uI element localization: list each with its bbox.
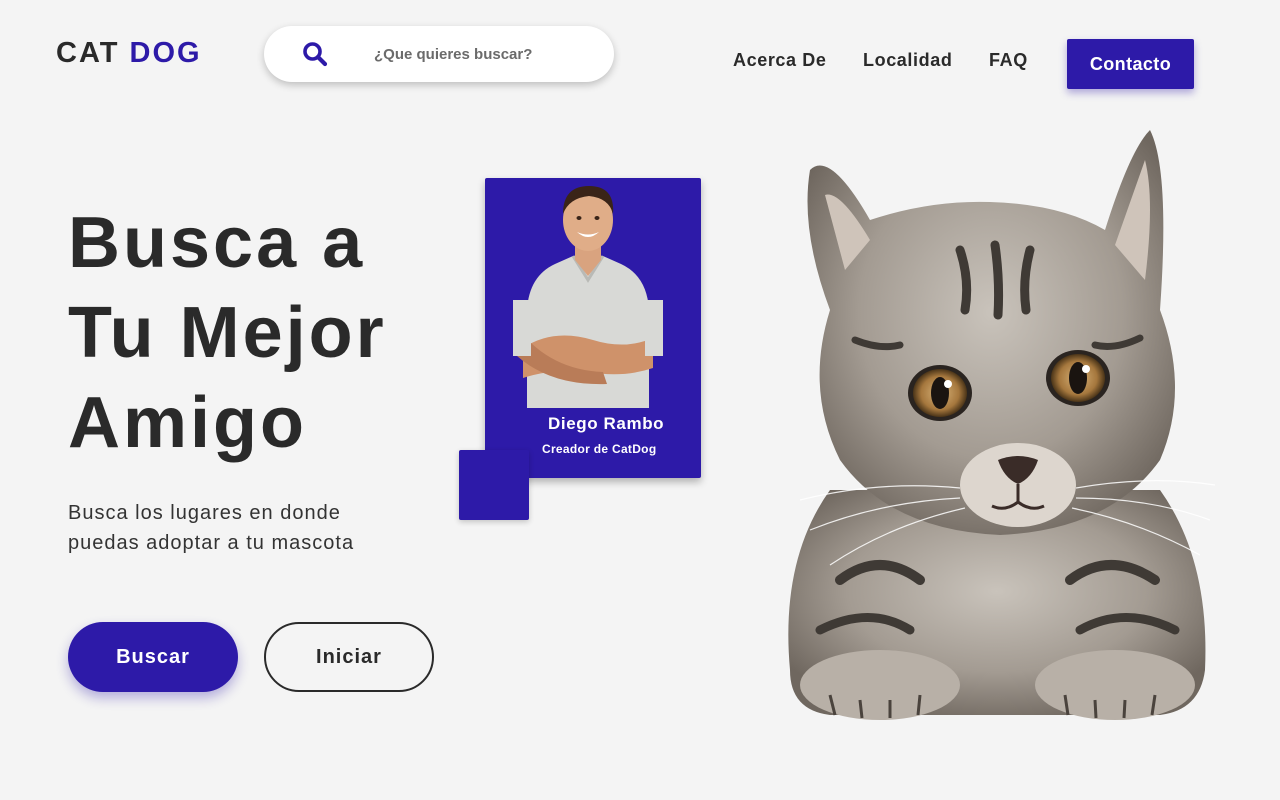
creator-role: Creador de CatDog xyxy=(542,442,657,456)
contact-button[interactable]: Contacto xyxy=(1067,39,1194,89)
decorative-square xyxy=(459,450,529,520)
logo[interactable]: CAT DOG xyxy=(56,36,202,70)
hero-title-line-1: Busca a xyxy=(68,203,366,283)
creator-card: Diego Rambo Creador de CatDog xyxy=(485,178,701,478)
nav-link-faq[interactable]: FAQ xyxy=(989,48,1028,72)
hero-subtitle: Busca los lugares en donde puedas adopta… xyxy=(68,498,354,558)
start-button[interactable]: Iniciar xyxy=(264,622,434,692)
search-button[interactable]: Buscar xyxy=(68,622,238,692)
logo-dog: DOG xyxy=(129,37,202,69)
cat-image xyxy=(788,130,1216,720)
hero-title-line-3: Amigo xyxy=(68,383,307,463)
hero-subtitle-line-2: puedas adoptar a tu mascota xyxy=(68,532,355,554)
hero-subtitle-line-1: Busca los lugares en donde xyxy=(68,502,341,524)
search-input[interactable] xyxy=(374,40,594,68)
nav-link-acerca-de[interactable]: Acerca De xyxy=(733,48,826,72)
hero-title: Busca a Tu Mejor Amigo xyxy=(68,198,387,468)
nav-link-localidad[interactable]: Localidad xyxy=(863,48,952,72)
search-icon[interactable] xyxy=(302,41,328,67)
logo-cat: CAT xyxy=(56,37,120,69)
hero-title-line-2: Tu Mejor xyxy=(68,293,387,373)
creator-name: Diego Rambo xyxy=(548,414,665,433)
search-bar[interactable] xyxy=(264,26,614,82)
creator-photo xyxy=(513,186,663,408)
